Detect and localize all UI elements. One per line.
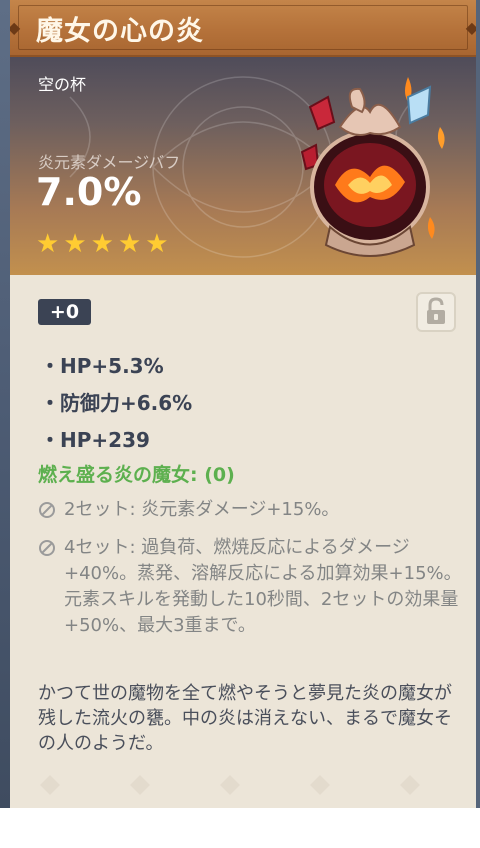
substat-1: ・HP+5.3% bbox=[40, 354, 164, 378]
background-right-edge bbox=[476, 0, 480, 808]
substat-2: ・防御力+6.6% bbox=[40, 391, 193, 415]
artifact-lore-text: かつて世の魔物を全て燃やそうと夢見た炎の魔女が残した流火の甕。中の炎は消えない、… bbox=[38, 683, 452, 754]
star-icon: ★ bbox=[90, 229, 114, 259]
inactive-bonus-icon bbox=[39, 502, 55, 518]
artifact-detail-card: ◆ ◆ 魔女の心の炎 空の杯 炎元素ダメージバフ 7.0% ★★★★★ bbox=[10, 0, 476, 808]
lock-toggle-button[interactable] bbox=[416, 292, 456, 332]
level-badge: +0 bbox=[38, 299, 91, 325]
set-bonus-4pc: 4セット: 過負荷、燃焼反応によるダメージ+40%。蒸発、溶解反応による加算効果… bbox=[38, 535, 468, 670]
star-icon: ★ bbox=[117, 229, 142, 259]
star-icon: ★ bbox=[145, 229, 169, 259]
artifact-set-name: 燃え盛る炎の魔女: (0) bbox=[38, 464, 235, 486]
card-header: ◆ ◆ 魔女の心の炎 bbox=[10, 0, 476, 57]
artifact-name: 魔女の心の炎 bbox=[36, 16, 204, 47]
substat-3: ・HP+239 bbox=[40, 428, 150, 452]
main-stat-value: 7.0% bbox=[36, 170, 142, 214]
rarity-stars: ★ ★ ★ ★ ★ bbox=[36, 231, 169, 257]
background-left-edge bbox=[0, 0, 10, 808]
star-icon: ★ bbox=[36, 229, 60, 259]
star-icon: ★ bbox=[63, 229, 87, 259]
artifact-goblet-image bbox=[300, 77, 445, 257]
set-bonus-2pc-text: 2セット: 炎元素ダメージ+15%。 bbox=[64, 499, 340, 520]
header-ornament-right-icon: ◆ bbox=[465, 18, 476, 37]
set-bonus-4pc-text: 4セット: 過負荷、燃焼反応によるダメージ+40%。蒸発、溶解反応による加算効果… bbox=[64, 537, 462, 636]
header-ornament-left-icon: ◆ bbox=[10, 18, 21, 37]
inactive-bonus-icon bbox=[39, 540, 55, 556]
bottom-pattern bbox=[40, 775, 420, 795]
artifact-summary-panel: 空の杯 炎元素ダメージバフ 7.0% ★ ★ ★ ★ ★ bbox=[10, 57, 476, 275]
artifact-type: 空の杯 bbox=[38, 75, 87, 94]
artifact-details-section: +0 ・HP+5.3% ・防御力+6.6% ・HP+239 燃え盛る炎の魔女: … bbox=[10, 275, 476, 808]
unlocked-padlock-icon bbox=[427, 297, 445, 324]
set-bonus-2pc: 2セット: 炎元素ダメージ+15%。 bbox=[38, 497, 468, 527]
